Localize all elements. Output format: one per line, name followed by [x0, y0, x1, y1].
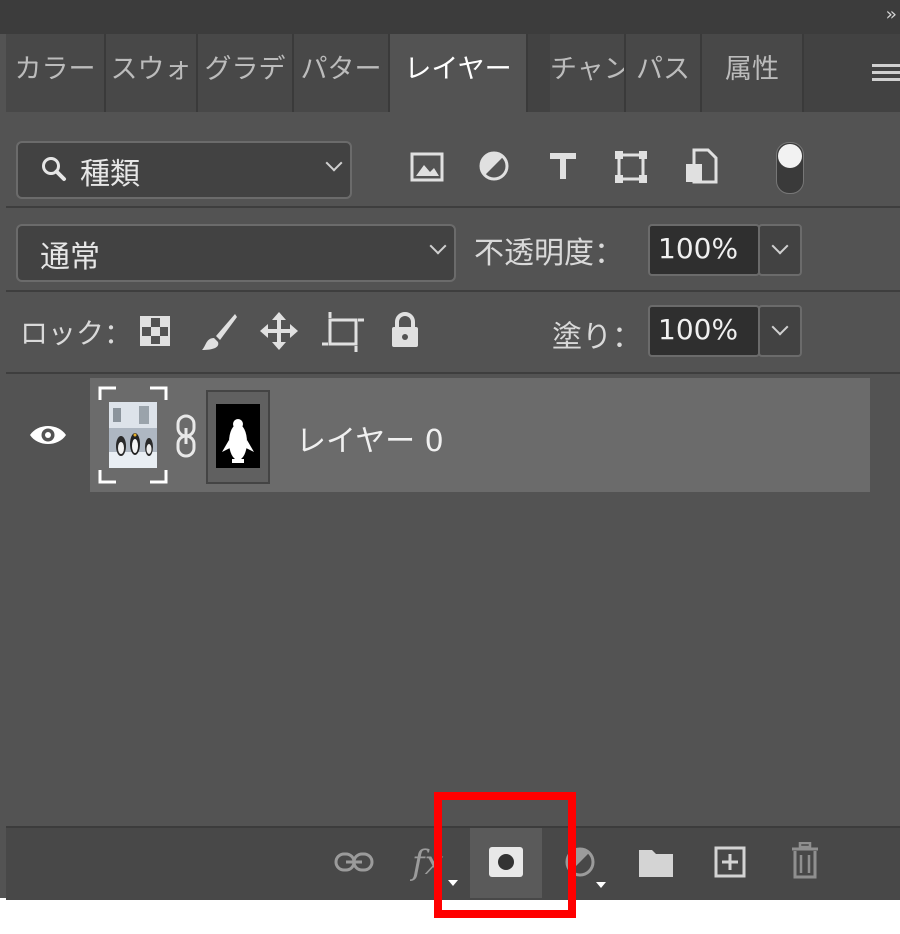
- opacity-input[interactable]: 100%: [648, 224, 760, 276]
- divider: [6, 206, 900, 208]
- link-layers-icon[interactable]: [334, 850, 374, 874]
- filter-toggle-switch[interactable]: [776, 142, 804, 194]
- layer-thumbnail-frame[interactable]: [98, 386, 168, 484]
- trash-icon[interactable]: [790, 842, 820, 880]
- blend-mode-select[interactable]: 通常: [16, 224, 456, 282]
- penguin-mask-shape: [216, 404, 260, 468]
- tab-layers[interactable]: レイヤー: [390, 34, 528, 112]
- chevron-down-icon: [771, 318, 789, 336]
- opacity-label: 不透明度：: [474, 236, 624, 271]
- search-icon: [42, 157, 66, 181]
- filter-adjustment-layer-icon[interactable]: [478, 150, 510, 182]
- lock-position-move-icon[interactable]: [260, 312, 298, 350]
- panel-top-strip: ››: [0, 0, 900, 34]
- chevron-down-icon: [771, 237, 789, 255]
- collapse-panel-button[interactable]: ››: [886, 4, 898, 25]
- panel-menu-icon[interactable]: [872, 64, 900, 85]
- highlight-annotation-box: [434, 792, 576, 918]
- tab-gradients[interactable]: グラデ: [198, 34, 294, 112]
- fill-label: 塗り：: [552, 320, 642, 355]
- layer-visibility-cell[interactable]: [6, 378, 92, 492]
- tab-patterns[interactable]: パター: [294, 34, 390, 112]
- layer-mask-thumbnail[interactable]: [206, 390, 270, 484]
- lock-all-padlock-icon[interactable]: [390, 312, 420, 348]
- chevron-down-icon: [429, 237, 447, 255]
- lock-transparent-pixels-icon[interactable]: [140, 316, 170, 346]
- tab-paths[interactable]: パス: [626, 34, 702, 112]
- lock-label: ロック：: [20, 317, 133, 350]
- opacity-dropdown-button[interactable]: [758, 224, 802, 276]
- mask-link-chain-icon[interactable]: [174, 414, 198, 458]
- filter-kind-select[interactable]: 種類: [16, 141, 352, 199]
- layers-panel: ›› カラー スウォ グラデ パター レイヤー チャン パス 属性 種類 通常 …: [0, 0, 900, 900]
- filter-kind-label: 種類: [80, 157, 140, 192]
- tab-properties[interactable]: 属性: [702, 34, 804, 112]
- tab-color[interactable]: カラー: [6, 34, 106, 112]
- fill-dropdown-button[interactable]: [758, 305, 802, 357]
- divider: [6, 372, 900, 374]
- lock-artboard-icon[interactable]: [322, 312, 364, 352]
- layer-row[interactable]: レイヤー 0: [90, 378, 870, 492]
- folder-icon[interactable]: [638, 846, 674, 878]
- new-layer-icon[interactable]: [714, 846, 746, 878]
- filter-shape-layer-icon[interactable]: [614, 150, 648, 184]
- toggle-knob: [778, 144, 802, 168]
- tab-channels[interactable]: チャン: [550, 34, 626, 112]
- layer-name[interactable]: レイヤー 0: [296, 416, 444, 460]
- lock-image-pixels-brush-icon[interactable]: [200, 312, 238, 352]
- layer-image-thumbnail: [109, 402, 157, 468]
- divider: [6, 290, 900, 292]
- chevron-down-icon: [325, 154, 343, 172]
- filter-smart-object-icon[interactable]: [684, 148, 718, 184]
- tab-swatches[interactable]: スウォ: [106, 34, 198, 112]
- filter-type-layer-icon[interactable]: [547, 150, 579, 182]
- eye-icon[interactable]: [28, 422, 68, 448]
- filter-pixel-layer-icon[interactable]: [410, 152, 444, 182]
- blend-mode-label: 通常: [40, 240, 100, 275]
- panel-tabs: カラー スウォ グラデ パター レイヤー チャン パス 属性: [6, 34, 900, 112]
- fill-input[interactable]: 100%: [648, 305, 760, 357]
